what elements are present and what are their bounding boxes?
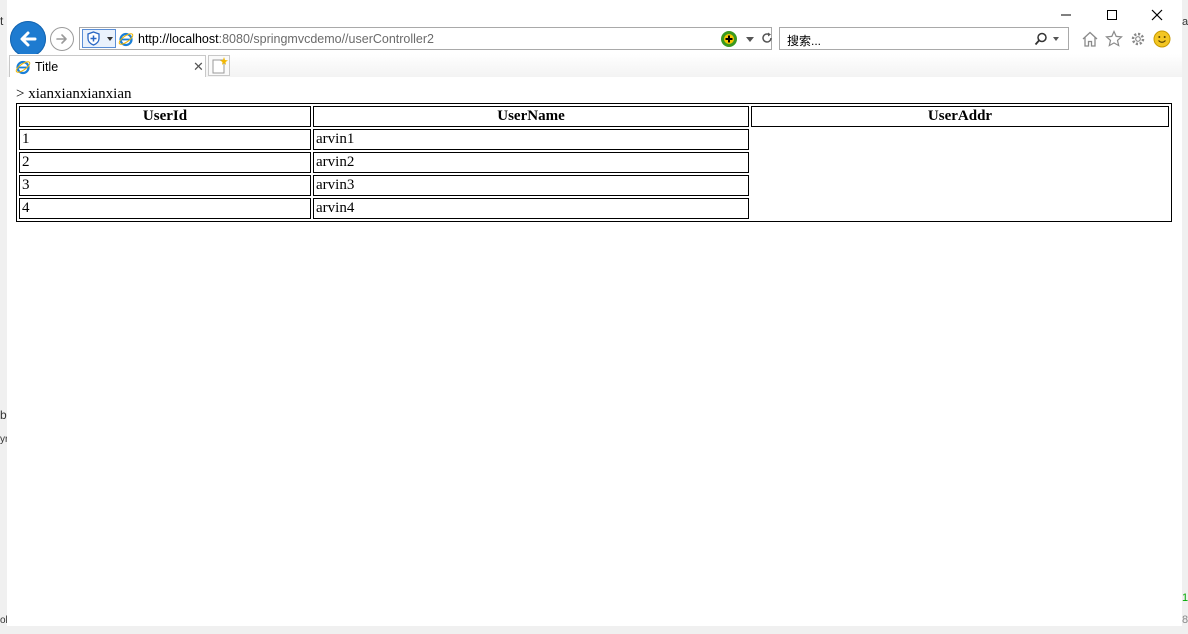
ie-logo-icon [118,32,134,47]
tools-button[interactable] [1128,29,1148,49]
search-icon[interactable] [1034,32,1048,46]
maximize-icon [1107,10,1117,20]
cell-userid: 4 [19,198,311,219]
background-window-bottom-edge [0,626,1188,634]
search-dropdown-icon[interactable] [1053,37,1059,41]
star-icon [1105,30,1123,47]
search-input[interactable]: 搜索... [787,32,821,49]
back-arrow-icon [20,31,37,47]
shield-icon [87,31,100,46]
forward-button[interactable] [50,27,74,51]
column-header-useraddr: UserAddr [751,106,1169,127]
background-text-fragment: b [0,408,7,422]
tab-title[interactable]: Title ✕ [9,55,206,77]
background-window-left-edge: t b yr ol [0,0,8,634]
favorites-button[interactable] [1104,29,1124,49]
page-content: > xianxianxianxian UserId UserName UserA… [7,77,1182,626]
compatibility-view-button[interactable] [82,29,116,48]
background-text-fragment: t [0,14,4,28]
smiley-icon [1153,30,1171,48]
close-icon [1151,9,1163,21]
search-box[interactable]: 搜索... [779,27,1069,50]
cell-useraddr [751,198,1169,219]
cell-userid: 3 [19,175,311,196]
table-header-row: UserId UserName UserAddr [19,106,1169,127]
column-header-userid: UserId [19,106,311,127]
ie-logo-icon [15,60,31,75]
close-button[interactable] [1134,4,1180,26]
minimize-icon [1061,14,1071,16]
tab-close-icon[interactable]: ✕ [193,60,204,73]
new-tab-icon [212,57,228,74]
tab-label: Title [35,60,59,74]
gear-icon [1131,32,1145,46]
page-heading: > xianxianxianxian [16,86,132,102]
table-row: 3 arvin3 [19,175,1169,196]
table-row: 1 arvin1 [19,129,1169,150]
chevron-down-icon [107,37,113,41]
back-button[interactable] [10,21,46,57]
address-bar[interactable]: http://localhost:8080/springmvcdemo//use… [79,27,772,50]
user-table: UserId UserName UserAddr 1 arvin1 2 arvi… [16,103,1172,222]
cell-useraddr [751,175,1169,196]
column-header-username: UserName [313,106,749,127]
background-window-right-edge: an 1 8 [1182,0,1188,634]
background-text-fragment: an [1182,16,1188,28]
background-text-fragment: 8 [1182,614,1188,626]
cell-useraddr [751,152,1169,173]
table-row: 4 arvin4 [19,198,1169,219]
cell-username: arvin4 [313,198,749,219]
background-text-fragment: 1 [1182,592,1188,604]
table-row: 2 arvin2 [19,152,1169,173]
cell-username: arvin3 [313,175,749,196]
refresh-icon[interactable] [760,31,774,45]
addon-plus-icon[interactable] [720,30,738,48]
maximize-button[interactable] [1089,4,1135,26]
cell-useraddr [751,129,1169,150]
home-button[interactable] [1080,29,1100,49]
cell-username: arvin1 [313,129,749,150]
tab-strip: Title ✕ [7,54,1182,77]
cell-username: arvin2 [313,152,749,173]
feedback-button[interactable] [1152,29,1172,49]
forward-arrow-icon [56,34,67,44]
minimize-button[interactable] [1043,4,1089,26]
cell-userid: 2 [19,152,311,173]
address-dropdown-icon[interactable] [746,37,754,42]
url-text: http://localhost:8080/springmvcdemo//use… [138,32,434,46]
cell-userid: 1 [19,129,311,150]
home-icon [1082,31,1098,47]
browser-window: http://localhost:8080/springmvcdemo//use… [7,0,1182,626]
new-tab-button[interactable] [208,55,230,76]
